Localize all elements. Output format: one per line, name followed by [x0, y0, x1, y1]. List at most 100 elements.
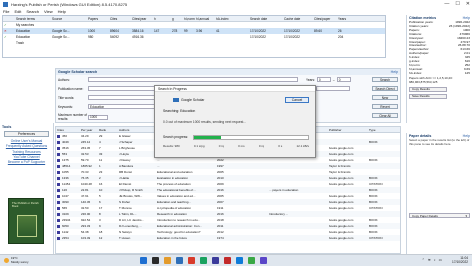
- rcol-publisher[interactable]: Publisher: [328, 128, 368, 132]
- preferences-button[interactable]: Preferences: [4, 131, 49, 137]
- col-years[interactable]: Years: [337, 17, 359, 21]
- rcol-per-year[interactable]: Per year: [80, 128, 98, 132]
- save-results-button[interactable]: Save Results: [409, 93, 447, 99]
- col-ha[interactable]: hA-index: [215, 17, 249, 21]
- result-rank: 12: [99, 236, 103, 240]
- search-list-row[interactable]: Trash: [3, 40, 385, 46]
- result-type-icon: [57, 236, 60, 240]
- menu-file[interactable]: File: [3, 9, 9, 14]
- result-type: CITATION: [369, 236, 383, 240]
- result-publisher: Taylor & Francis: [329, 164, 351, 168]
- link-supporter[interactable]: Become a PoP Supporter: [0, 160, 53, 165]
- result-cites-value: 565: [62, 206, 68, 210]
- result-type-icon: [57, 146, 60, 150]
- result-cites: 1375: [56, 158, 80, 162]
- taskbar-app-icon[interactable]: [176, 257, 183, 264]
- result-cites: 48514: [56, 164, 80, 168]
- taskbar-app-icon[interactable]: [140, 257, 147, 264]
- col-cites-paper[interactable]: Cites/paper: [313, 17, 337, 21]
- result-year: 2005: [217, 170, 224, 174]
- rcol-authors[interactable]: Authors: [118, 128, 156, 132]
- col-cache-date[interactable]: Cache date: [283, 17, 313, 21]
- years-from-input[interactable]: 0: [316, 77, 331, 82]
- result-rank: 6: [99, 200, 101, 204]
- tools-panel: Tools Preferences Online User's Manual F…: [0, 123, 54, 254]
- details-select-value: Copy Paper Details: [412, 213, 438, 218]
- issn-input[interactable]: [316, 86, 351, 91]
- sun-icon: [4, 258, 9, 263]
- menu-view[interactable]: View: [44, 9, 53, 14]
- minimize-button[interactable]: —: [444, 1, 449, 7]
- taskbar-app-icon[interactable]: [188, 257, 195, 264]
- result-authors: JE Brooks, WW...: [119, 194, 143, 198]
- result-title: The process of education: [157, 182, 191, 186]
- result-cites-value: 1336: [62, 176, 69, 180]
- menu-search[interactable]: Search: [26, 9, 39, 14]
- clock[interactable]: 11:04 17/10/2022: [452, 256, 468, 264]
- battery-icon[interactable]: ▭: [439, 258, 442, 262]
- col-source[interactable]: Source: [51, 17, 87, 21]
- stat-s: 0 s: [278, 144, 283, 148]
- rcol-type[interactable]: Type: [368, 128, 398, 132]
- result-cites: 6050: [56, 224, 80, 228]
- new-button[interactable]: New: [372, 95, 398, 100]
- taskbar-app-icon[interactable]: [260, 257, 267, 264]
- result-cites-value: 553: [62, 152, 68, 156]
- max-results-input[interactable]: 1000: [88, 114, 108, 120]
- volume-icon[interactable]: ♪: [434, 258, 436, 262]
- result-cites-value: 3516: [62, 146, 69, 150]
- weather-widget[interactable]: 19°C Mostly sunny: [0, 256, 60, 264]
- col-search-date[interactable]: Search date: [249, 17, 283, 21]
- col-h[interactable]: h: [153, 17, 171, 21]
- search-button[interactable]: Search: [372, 77, 398, 82]
- authors-input[interactable]: [88, 77, 298, 82]
- link-faq[interactable]: Frequently Asked Questions: [0, 144, 53, 149]
- taskbar-app-icon[interactable]: [200, 257, 207, 264]
- result-year: 1911: [217, 206, 224, 210]
- copy-results-button[interactable]: Copy Results: [409, 86, 447, 92]
- result-type-icon: [57, 170, 60, 174]
- col-cites-year[interactable]: Cites/year: [131, 17, 153, 21]
- search-direct-button[interactable]: Search Direct: [372, 86, 398, 91]
- col-papers[interactable]: Papers: [87, 17, 109, 21]
- result-cites-value: 126: [62, 188, 68, 192]
- result-cites: 23934: [56, 218, 80, 222]
- col-hiannual[interactable]: hI,annual: [195, 17, 215, 21]
- chevron-up-icon[interactable]: ⌃: [422, 258, 425, 262]
- clear-all-button[interactable]: Clear All: [372, 113, 398, 118]
- rcol-cites[interactable]: Cites: [56, 128, 80, 132]
- book-cover-image[interactable]: The Publish or Perish Book: [8, 198, 44, 244]
- gs-help-link[interactable]: Help: [391, 70, 398, 74]
- rcol-rank[interactable]: Rank: [98, 128, 118, 132]
- dialog-title: Search in Progress: [155, 86, 315, 92]
- wifi-icon[interactable]: ≋: [428, 258, 431, 262]
- taskbar-app-icon[interactable]: [248, 257, 255, 264]
- result-cites: 1336: [56, 176, 80, 180]
- taskbar-app-icon[interactable]: [212, 257, 219, 264]
- col-cites[interactable]: Cites: [109, 17, 131, 21]
- max-results-row: Maximum number of results: 1000: [58, 113, 108, 121]
- cancel-button[interactable]: Cancel: [285, 97, 309, 103]
- stat-rq2: 0 rq: [258, 144, 265, 148]
- menu-edit[interactable]: Edit: [14, 9, 21, 14]
- years-to-input[interactable]: 0: [336, 77, 351, 82]
- taskbar-app-icon[interactable]: [152, 257, 159, 264]
- col-g[interactable]: g: [171, 17, 183, 21]
- menu-help[interactable]: Help: [58, 9, 66, 14]
- taskbar-app-icon[interactable]: [164, 257, 171, 264]
- details-select[interactable]: Copy Paper Details ▾: [409, 213, 470, 219]
- close-button[interactable]: ✕: [466, 1, 470, 7]
- result-row[interactable]: 2354 103.49 12 T Husen Education in the futu…: [56, 235, 400, 241]
- revert-button[interactable]: Revert: [372, 104, 398, 109]
- col-search-terms[interactable]: Search terms: [15, 17, 51, 21]
- taskbar-app-icon[interactable]: [224, 257, 231, 264]
- result-type: BOOK: [369, 218, 378, 222]
- scholar-cap-icon: [173, 98, 179, 102]
- result-publisher: books.google.com: [329, 158, 354, 162]
- maximize-button[interactable]: ☐: [455, 1, 459, 7]
- result-py: 293.33: [81, 224, 91, 228]
- title-bar: Harzing's Publish or Perish (Windows GUI…: [0, 0, 472, 8]
- col-hinorm[interactable]: hI,norm: [183, 17, 195, 21]
- result-year: 2011: [217, 224, 224, 228]
- taskbar-app-icon[interactable]: [236, 257, 243, 264]
